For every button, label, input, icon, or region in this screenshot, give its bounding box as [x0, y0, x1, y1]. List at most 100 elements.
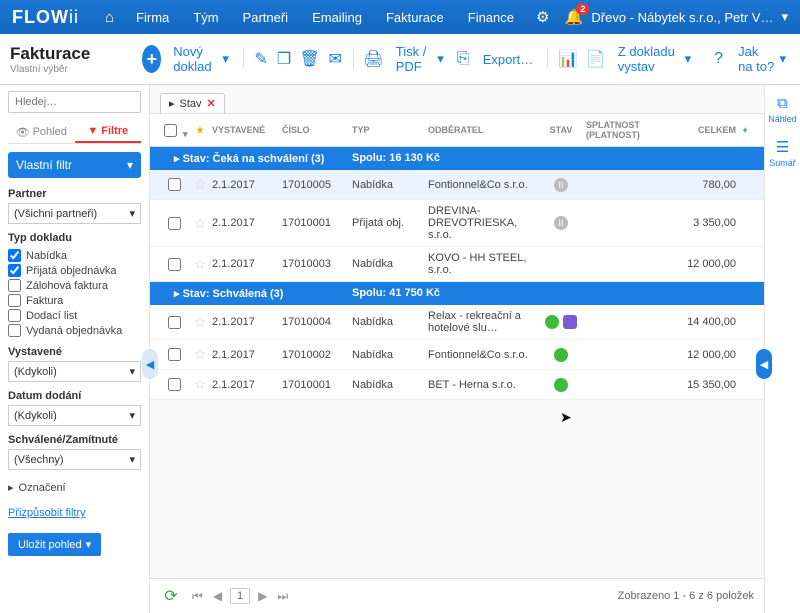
vystavene-select[interactable]: (Kdykoli)▾ [8, 361, 141, 382]
chart-icon[interactable]: 📊 [558, 48, 578, 70]
add-column-icon[interactable]: + [736, 125, 754, 135]
table-row[interactable]: ☆2.1.201717010005NabídkaFontionnel&Co s.… [150, 170, 764, 200]
star-icon[interactable]: ☆ [194, 376, 207, 392]
subheader: Fakturace Vlastní výběr + Nový doklad ▾ … [0, 34, 800, 85]
col-celkem[interactable]: CELKEM [666, 125, 736, 135]
company-name: Dřevo - Nábytek s.r.o., Petr V… [591, 10, 773, 25]
gear-icon[interactable]: ⚙ [528, 0, 557, 34]
typ-option[interactable]: Zálohová faktura [8, 278, 141, 293]
star-icon[interactable]: ☆ [194, 346, 207, 362]
col-stav[interactable]: STAV [536, 125, 586, 135]
mail-icon[interactable]: ✉ [328, 48, 343, 70]
sch-select[interactable]: (Všechny)▾ [8, 449, 141, 470]
export-label[interactable]: Export… [479, 48, 538, 71]
oznaceni-expand[interactable]: ▸Označení [8, 480, 141, 495]
typ-option[interactable]: Nabídka [8, 248, 141, 263]
partner-label: Partner [8, 188, 141, 200]
pager: ⏮ ◀ 1 ▶ ⏭ [190, 588, 290, 604]
right-sidebar: ⧉Náhled ☰Sumář [764, 85, 800, 613]
sumar-button[interactable]: ☰Sumář [769, 138, 796, 168]
first-page[interactable]: ⏮ [190, 589, 205, 604]
home-icon[interactable]: ⌂ [97, 0, 122, 34]
table-row[interactable]: ☆2.1.201717010003NabídkaKOVO - HH STEEL,… [150, 247, 764, 282]
table-row[interactable]: ☆2.1.201717010001NabídkaBET - Herna s.r.… [150, 370, 764, 400]
col-cislo[interactable]: ČÍSLO [282, 125, 352, 135]
nav-firma[interactable]: Firma [126, 0, 179, 34]
datum-label: Datum dodání [8, 390, 141, 402]
export-icon[interactable]: ⎘ [456, 48, 471, 70]
logo[interactable]: FLOWii [12, 7, 79, 28]
row-checkbox[interactable] [168, 217, 181, 230]
page-number[interactable]: 1 [230, 588, 250, 604]
main: ▸ Stav ✕ ▾ ★ VYSTAVENÉ ČÍSLO TYP ODBĚRAT… [150, 85, 764, 613]
issue-icon[interactable]: 📄 [586, 48, 606, 70]
save-view-button[interactable]: Uložit pohled ▾ [8, 533, 101, 556]
vlastni-filtr-button[interactable]: Vlastní filtr▾ [8, 152, 141, 178]
typ-option[interactable]: Faktura [8, 293, 141, 308]
datum-select[interactable]: (Kdykoli)▾ [8, 405, 141, 426]
new-doc-label[interactable]: Nový doklad ▾ [169, 40, 233, 78]
star-icon[interactable]: ☆ [194, 256, 207, 272]
nav-emailing[interactable]: Emailing [302, 0, 372, 34]
nav-partneri[interactable]: Partneři [233, 0, 299, 34]
print-icon[interactable]: 🖨 [363, 48, 383, 70]
help-icon[interactable]: ? [711, 48, 726, 70]
print-label[interactable]: Tisk / PDF ▾ [392, 40, 448, 78]
table-row[interactable]: ☆2.1.201717010001Přijatá obj.DREVINA-DRE… [150, 200, 764, 247]
group-header[interactable]: ▸ Stav: Čeká na schválení (3) Spolu: 16 … [150, 147, 764, 170]
table-row[interactable]: ☆2.1.201717010002NabídkaFontionnel&Co s.… [150, 340, 764, 370]
search-input[interactable] [8, 91, 141, 113]
typ-option[interactable]: Dodací list [8, 308, 141, 323]
typ-list: NabídkaPřijatá objednávkaZálohová faktur… [8, 248, 141, 338]
tab-filtre[interactable]: ▼ Filtre [75, 121, 142, 143]
last-page[interactable]: ⏭ [275, 589, 290, 604]
col-vystavene[interactable]: VYSTAVENÉ [212, 125, 282, 135]
col-odberatel[interactable]: ODBĚRATEL [428, 125, 536, 135]
refresh-icon[interactable]: ⟳ [160, 585, 182, 607]
nav-tym[interactable]: Tým [183, 0, 228, 34]
filter-tag-stav[interactable]: ▸ Stav ✕ [160, 93, 225, 113]
zdokladu-label[interactable]: Z dokladu vystav ▾ [614, 40, 695, 78]
topbar: FLOWii ⌂ Firma Tým Partneři Emailing Fak… [0, 0, 800, 34]
nav-fakturace[interactable]: Fakturace [376, 0, 454, 34]
nav-finance[interactable]: Finance [458, 0, 524, 34]
star-col[interactable]: ★ [188, 125, 212, 136]
chevron-down-icon[interactable]: ▾ [781, 9, 788, 25]
collapse-rightbar-handle[interactable]: ◀ [756, 349, 772, 379]
typ-option[interactable]: Vydaná objednávka [8, 323, 141, 338]
user-block[interactable]: 🔔2 Dřevo - Nábytek s.r.o., Petr V… ▾ [565, 8, 788, 26]
help-label[interactable]: Jak na to? ▾ [734, 40, 790, 78]
new-doc-button[interactable]: + [142, 45, 161, 73]
partner-select[interactable]: (Všichni partneři)▾ [8, 203, 141, 224]
page-subtitle: Vlastní výběr [10, 64, 122, 75]
col-typ[interactable]: TYP [352, 125, 428, 135]
group-header[interactable]: ▸ Stav: Schválená (3) Spolu: 41 750 Kč [150, 282, 764, 305]
row-checkbox[interactable] [168, 378, 181, 391]
close-icon[interactable]: ✕ [207, 97, 216, 110]
copy-icon[interactable]: ❐ [277, 48, 292, 70]
edit-icon[interactable]: ✎ [254, 48, 269, 70]
prev-page[interactable]: ◀ [211, 589, 224, 603]
typ-label: Typ dokladu [8, 232, 141, 244]
star-icon[interactable]: ☆ [194, 314, 207, 330]
select-all-checkbox[interactable] [164, 124, 177, 137]
page-title: Fakturace [10, 44, 122, 64]
tab-pohled[interactable]: 👁 Pohled [8, 121, 75, 143]
col-splatnost[interactable]: SPLATNOST(PLATNOST) [586, 120, 666, 140]
notif-badge: 2 [576, 3, 589, 15]
bell-icon[interactable]: 🔔2 [565, 8, 584, 26]
prizpusobit-link[interactable]: Přizpůsobit filtry [8, 507, 141, 519]
table-row[interactable]: ☆2.1.201717010004NabídkaRelax - rekreačn… [150, 305, 764, 340]
row-checkbox[interactable] [168, 178, 181, 191]
star-icon[interactable]: ☆ [194, 215, 207, 231]
sidebar: 👁 Pohled ▼ Filtre Vlastní filtr▾ Partner… [0, 85, 150, 613]
next-page[interactable]: ▶ [256, 589, 269, 603]
star-icon[interactable]: ☆ [194, 176, 207, 192]
row-checkbox[interactable] [168, 348, 181, 361]
row-checkbox[interactable] [168, 258, 181, 271]
collapse-sidebar-handle[interactable]: ◀ [142, 349, 158, 379]
delete-icon[interactable]: 🗑 [300, 48, 320, 70]
nahled-button[interactable]: ⧉Náhled [768, 95, 797, 124]
row-checkbox[interactable] [168, 316, 181, 329]
typ-option[interactable]: Přijatá objednávka [8, 263, 141, 278]
